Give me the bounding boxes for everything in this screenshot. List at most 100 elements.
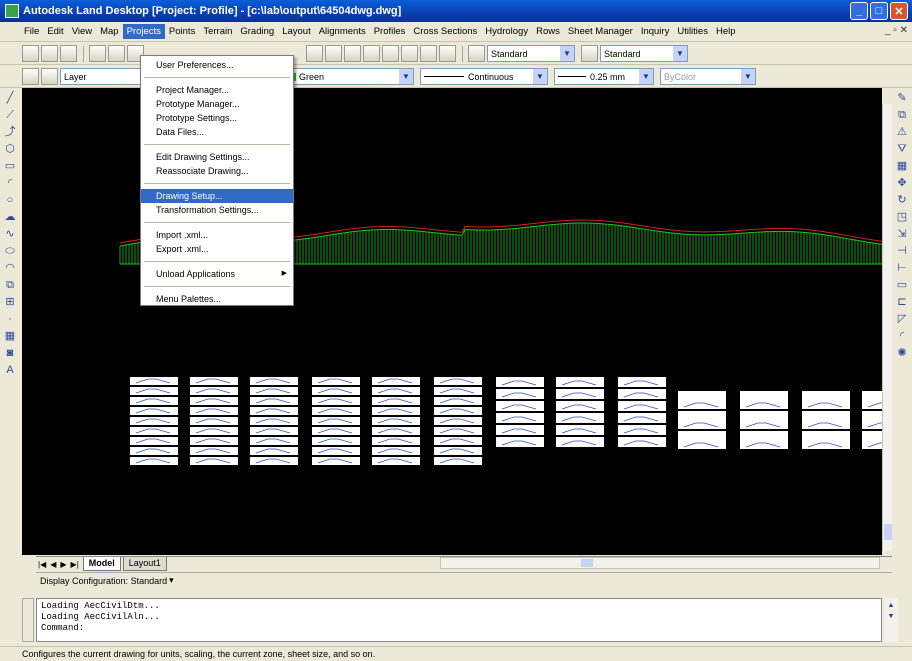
display-configuration-value[interactable]: Standard bbox=[131, 576, 168, 586]
dim-style-combo[interactable]: Standard ▼ bbox=[600, 45, 688, 62]
array-icon[interactable]: ▦ bbox=[895, 159, 909, 173]
preview-icon[interactable] bbox=[108, 45, 125, 62]
revision-cloud-icon[interactable]: ☁ bbox=[3, 210, 17, 224]
scale-icon[interactable]: ◳ bbox=[895, 210, 909, 224]
menu-item-user-preferences[interactable]: User Preferences... bbox=[141, 58, 293, 72]
point-icon[interactable]: · bbox=[3, 312, 17, 326]
menu-utilities[interactable]: Utilities bbox=[673, 24, 712, 39]
menu-edit[interactable]: Edit bbox=[43, 24, 67, 39]
multiline-text-icon[interactable]: A bbox=[3, 363, 17, 377]
menu-cross-sections[interactable]: Cross Sections bbox=[409, 24, 481, 39]
menu-layout[interactable]: Layout bbox=[278, 24, 315, 39]
menu-item-import-xml[interactable]: Import .xml... bbox=[141, 228, 293, 242]
close-button[interactable]: ✕ bbox=[890, 2, 908, 20]
menu-item-edit-drawing-settings[interactable]: Edit Drawing Settings... bbox=[141, 150, 293, 164]
break-icon[interactable]: ▭ bbox=[895, 278, 909, 292]
stretch-icon[interactable]: ⇲ bbox=[895, 227, 909, 241]
rectangle-icon[interactable]: ▭ bbox=[3, 159, 17, 173]
menu-item-reassociate-drawing[interactable]: Reassociate Drawing... bbox=[141, 164, 293, 178]
chevron-down-icon[interactable]: ▾ bbox=[169, 575, 174, 586]
menu-map[interactable]: Map bbox=[96, 24, 122, 39]
horizontal-scrollbar[interactable] bbox=[440, 557, 880, 569]
spline-icon[interactable]: ∿ bbox=[3, 227, 17, 241]
menu-projects[interactable]: Projects bbox=[122, 24, 165, 39]
polyline-icon[interactable]: ⤴ bbox=[3, 125, 17, 139]
menu-item-unload-applications[interactable]: Unload Applications ▶ bbox=[141, 267, 293, 281]
explode-icon[interactable]: ✺ bbox=[895, 346, 909, 360]
menu-file[interactable]: File bbox=[20, 24, 43, 39]
menu-hydrology[interactable]: Hydrology bbox=[481, 24, 532, 39]
menu-item-data-files[interactable]: Data Files... bbox=[141, 125, 293, 139]
offset-icon[interactable]: ⛛ bbox=[895, 142, 909, 156]
menu-item-export-xml[interactable]: Export .xml... bbox=[141, 242, 293, 256]
chamfer-icon[interactable]: ◸ bbox=[895, 312, 909, 326]
menu-profiles[interactable]: Profiles bbox=[370, 24, 410, 39]
design-center-icon[interactable] bbox=[401, 45, 418, 62]
menu-alignments[interactable]: Alignments bbox=[315, 24, 370, 39]
help-icon[interactable] bbox=[439, 45, 456, 62]
pan-icon[interactable] bbox=[306, 45, 323, 62]
insert-block-icon[interactable]: ⧉ bbox=[3, 278, 17, 292]
layer-states-icon[interactable] bbox=[41, 68, 58, 85]
zoom-window-icon[interactable] bbox=[344, 45, 361, 62]
chevron-down-icon[interactable]: ▼ bbox=[533, 69, 547, 84]
menu-item-prototype-settings[interactable]: Prototype Settings... bbox=[141, 111, 293, 125]
chevron-down-icon[interactable]: ▼ bbox=[560, 46, 574, 61]
command-prompt[interactable]: Command: bbox=[41, 623, 877, 634]
ellipse-icon[interactable]: ⬭ bbox=[3, 244, 17, 258]
zoom-previous-icon[interactable] bbox=[363, 45, 380, 62]
tab-first-icon[interactable]: |◀ bbox=[36, 560, 48, 569]
layer-manager-icon[interactable] bbox=[22, 68, 39, 85]
copy-icon[interactable]: ⧉ bbox=[895, 108, 909, 122]
vertical-scrollbar[interactable] bbox=[882, 104, 892, 551]
scroll-up-icon[interactable]: ▲ bbox=[884, 602, 898, 609]
command-window[interactable]: Loading AecCivilDtm... Loading AecCivilA… bbox=[36, 598, 882, 642]
menu-rows[interactable]: Rows bbox=[532, 24, 564, 39]
tab-next-icon[interactable]: ▶ bbox=[58, 560, 68, 569]
chevron-down-icon[interactable]: ▼ bbox=[673, 46, 687, 61]
line-icon[interactable]: ╱ bbox=[3, 91, 17, 105]
menu-item-menu-palettes[interactable]: Menu Palettes... bbox=[141, 292, 293, 306]
tab-prev-icon[interactable]: ◀ bbox=[48, 560, 58, 569]
circle-icon[interactable]: ○ bbox=[3, 193, 17, 207]
polygon-icon[interactable]: ⬡ bbox=[3, 142, 17, 156]
scroll-down-icon[interactable]: ▼ bbox=[884, 613, 898, 620]
new-icon[interactable] bbox=[22, 45, 39, 62]
zoom-realtime-icon[interactable] bbox=[325, 45, 342, 62]
join-icon[interactable]: ⊏ bbox=[895, 295, 909, 309]
move-icon[interactable]: ✥ bbox=[895, 176, 909, 190]
hatch-icon[interactable]: ▦ bbox=[3, 329, 17, 343]
chevron-down-icon[interactable]: ▼ bbox=[399, 69, 413, 84]
tab-last-icon[interactable]: ▶| bbox=[69, 560, 81, 569]
tab-model[interactable]: Model bbox=[82, 557, 121, 571]
menu-item-project-manager[interactable]: Project Manager... bbox=[141, 83, 293, 97]
menu-view[interactable]: View bbox=[68, 24, 96, 39]
tab-layout1[interactable]: Layout1 bbox=[122, 557, 167, 571]
construction-line-icon[interactable]: ⟋ bbox=[3, 108, 17, 122]
arc-icon[interactable]: ◜ bbox=[3, 176, 17, 190]
erase-icon[interactable]: ✎ bbox=[895, 91, 909, 105]
trim-icon[interactable]: ⊣ bbox=[895, 244, 909, 258]
menu-inquiry[interactable]: Inquiry bbox=[637, 24, 674, 39]
fillet-icon[interactable]: ◜ bbox=[895, 329, 909, 343]
rotate-icon[interactable]: ↻ bbox=[895, 193, 909, 207]
menu-points[interactable]: Points bbox=[165, 24, 199, 39]
menu-terrain[interactable]: Terrain bbox=[199, 24, 236, 39]
menu-grading[interactable]: Grading bbox=[236, 24, 278, 39]
maximize-button[interactable]: □ bbox=[870, 2, 888, 20]
properties-icon[interactable] bbox=[382, 45, 399, 62]
mdi-controls[interactable]: _ ▫ ✕ bbox=[885, 25, 908, 36]
color-combo[interactable]: Green ▼ bbox=[284, 68, 414, 85]
linetype-combo[interactable]: Continuous ▼ bbox=[420, 68, 548, 85]
chevron-down-icon[interactable]: ▼ bbox=[639, 69, 653, 84]
open-icon[interactable] bbox=[41, 45, 58, 62]
menu-sheet-manager[interactable]: Sheet Manager bbox=[564, 24, 637, 39]
command-window-scrollbar[interactable]: ▲ ▼ bbox=[884, 598, 898, 642]
lineweight-combo[interactable]: 0.25 mm ▼ bbox=[554, 68, 654, 85]
menu-item-drawing-setup[interactable]: Drawing Setup... bbox=[141, 189, 293, 203]
plotstyle-combo[interactable]: ByColor ▼ bbox=[660, 68, 756, 85]
make-block-icon[interactable]: ⊞ bbox=[3, 295, 17, 309]
tool-palettes-icon[interactable] bbox=[420, 45, 437, 62]
print-icon[interactable] bbox=[89, 45, 106, 62]
menu-item-prototype-manager[interactable]: Prototype Manager... bbox=[141, 97, 293, 111]
